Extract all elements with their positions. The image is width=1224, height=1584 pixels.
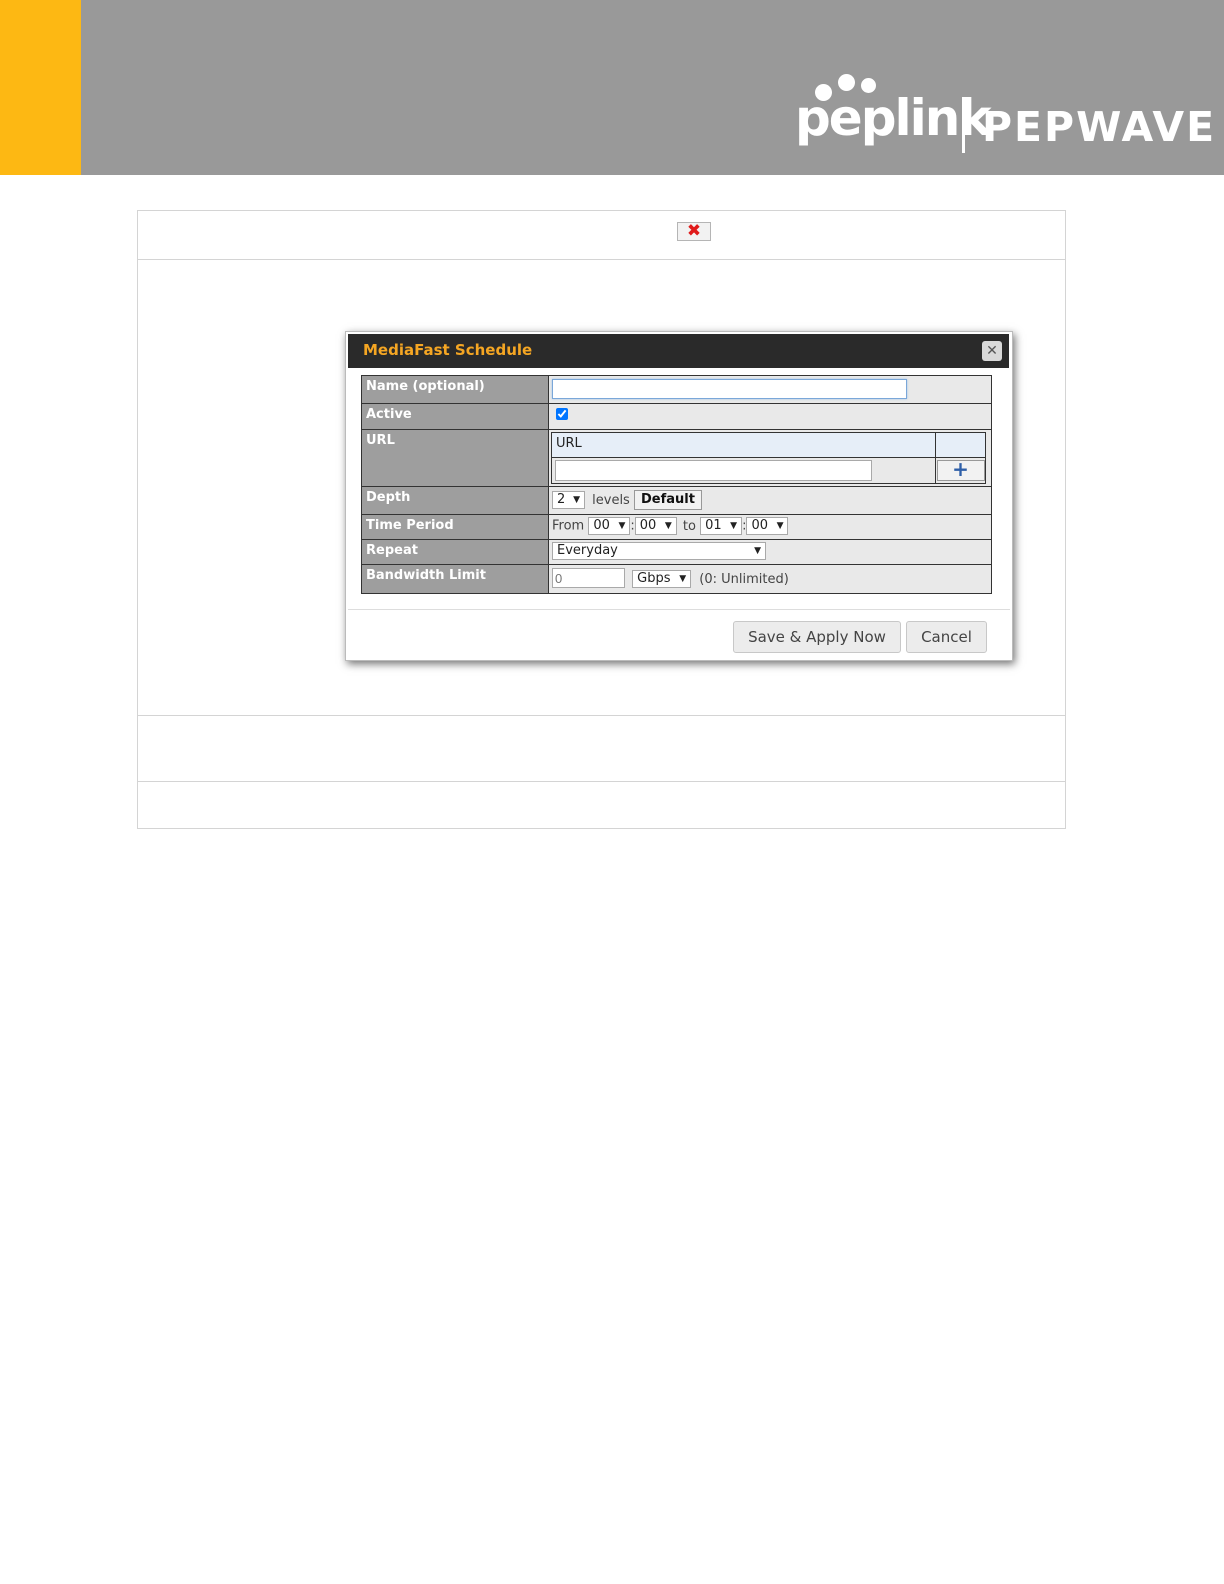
depth-label: Depth — [361, 486, 549, 515]
schedule-form: Name (optional) Active URL URL + Depth 2… — [361, 375, 992, 594]
logo-divider — [962, 97, 965, 153]
from-minute-value: 00 — [639, 518, 657, 533]
frame-empty-row — [138, 716, 1065, 782]
add-url-button[interactable]: + — [936, 457, 985, 481]
name-input[interactable] — [552, 379, 907, 399]
active-checkbox[interactable] — [556, 408, 568, 420]
depth-value: 2 — [557, 492, 566, 507]
banner-accent-bar — [0, 0, 81, 175]
header-banner: peplink PEPWAVE — [0, 0, 1224, 175]
active-label: Active — [361, 403, 549, 430]
depth-unit: levels — [592, 492, 630, 508]
bandwidth-limit-label: Bandwidth Limit — [361, 564, 549, 594]
plus-icon: + — [952, 457, 969, 481]
from-hour-value: 00 — [593, 518, 610, 533]
close-icon[interactable]: ✕ — [982, 341, 1002, 361]
frame-top-row: ✖ — [138, 211, 1065, 260]
dialog-footer-divider — [348, 609, 1010, 610]
dialog-header: MediaFast Schedule ✕ — [348, 334, 1009, 368]
save-apply-button[interactable]: Save & Apply Now — [733, 621, 901, 653]
logo-pepwave-text: PEPWAVE — [982, 103, 1217, 151]
to-hour-select[interactable]: 01 ▼ — [700, 517, 743, 535]
mediafast-schedule-dialog: MediaFast Schedule ✕ Name (optional) Act… — [345, 331, 1013, 661]
to-minute-select[interactable]: 00 ▼ — [746, 517, 789, 535]
from-label: From — [552, 518, 585, 534]
repeat-select[interactable]: Everyday ▼ — [552, 542, 766, 560]
depth-select[interactable]: 2 ▼ — [552, 491, 585, 509]
cancel-button[interactable]: Cancel — [906, 621, 987, 653]
depth-default-button[interactable]: Default — [633, 490, 702, 510]
close-x-icon: ✖ — [686, 221, 702, 241]
url-label: URL — [361, 429, 549, 487]
repeat-value: Everyday — [557, 543, 618, 558]
to-label: to — [682, 518, 696, 534]
to-minute-value: 00 — [751, 518, 769, 533]
brand-logo: peplink PEPWAVE — [795, 74, 1214, 156]
url-action-header — [935, 432, 986, 458]
url-table: URL + — [551, 432, 986, 484]
bandwidth-unit-select[interactable]: Gbps ▼ — [632, 570, 692, 588]
logo-peplink-text: peplink — [795, 89, 992, 147]
url-input[interactable] — [555, 460, 872, 481]
bandwidth-unit-value: Gbps — [637, 571, 671, 586]
to-hour-value: 01 — [705, 518, 722, 533]
repeat-label: Repeat — [361, 539, 549, 565]
url-column-header: URL — [551, 432, 936, 458]
bandwidth-input[interactable] — [552, 568, 625, 588]
from-minute-select[interactable]: 00 ▼ — [634, 517, 677, 535]
dialog-title: MediaFast Schedule — [363, 341, 533, 359]
remove-button[interactable]: ✖ — [677, 221, 711, 241]
bandwidth-hint: (0: Unlimited) — [699, 571, 789, 587]
from-hour-select[interactable]: 00 ▼ — [588, 517, 631, 535]
name-label: Name (optional) — [361, 375, 549, 404]
time-period-label: Time Period — [361, 514, 549, 540]
